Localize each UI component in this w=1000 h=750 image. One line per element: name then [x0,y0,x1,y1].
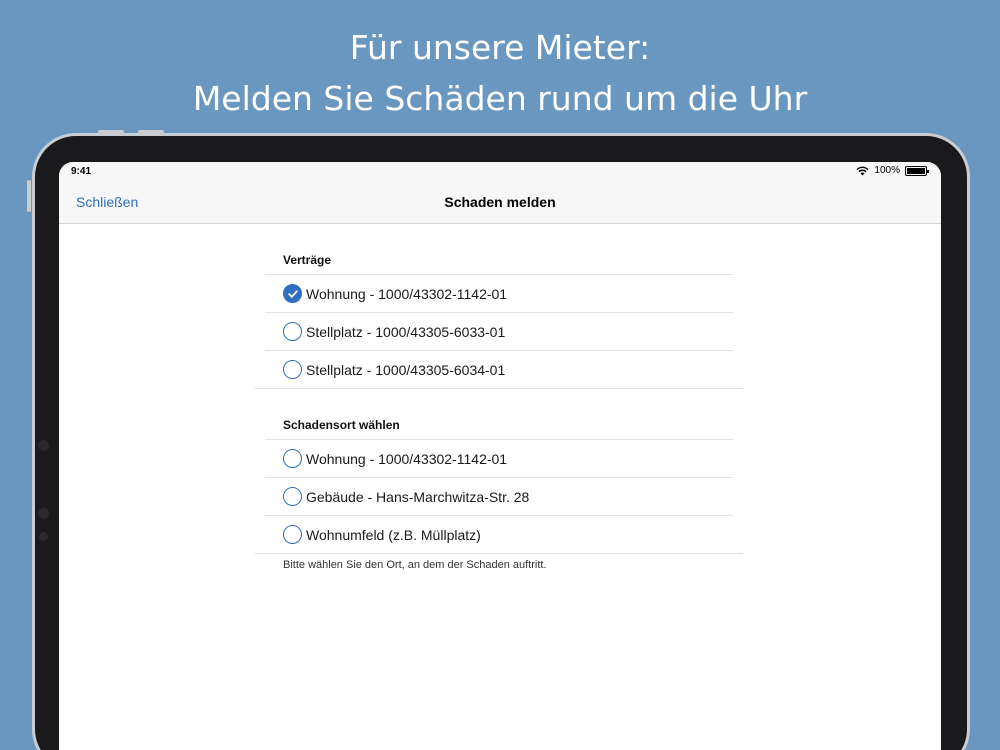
promo-headline-line2: Melden Sie Schäden rund um die Uhr [192,79,808,118]
status-bar: 9:41 100% [59,162,941,182]
radio-icon[interactable] [283,525,302,544]
option-row[interactable]: Wohnumfeld (z.B. Müllplatz) [265,515,733,553]
option-row[interactable]: Wohnung - 1000/43302-1142-01 [265,439,733,477]
option-label: Stellplatz - 1000/43305-6033-01 [306,323,506,340]
radio-icon[interactable] [283,487,302,506]
top-button [98,130,124,134]
status-indicators: 100% [856,165,929,176]
navigation-bar: Schließen Schaden melden [59,182,941,224]
location-header: Schadensort wählen [283,418,400,432]
option-label: Wohnung - 1000/43302-1142-01 [306,285,508,302]
status-time: 9:41 [71,166,92,177]
form-content: Verträge Wohnung - 1000/43302-1142-01 Ste… [255,224,743,571]
page-title: Schaden melden [444,194,556,210]
battery-level [907,167,925,174]
option-row[interactable]: Wohnung - 1000/43302-1142-01 [265,274,733,312]
battery-icon [905,165,929,176]
radio-icon[interactable] [283,449,302,468]
checkmark-icon[interactable] [283,284,302,303]
promo-headline: Für unsere Mieter: Melden Sie Schäden ru… [0,22,1000,124]
option-label: Stellplatz - 1000/43305-6034-01 [306,361,506,378]
location-list: Wohnung - 1000/43302-1142-01 Gebäude - Ha… [255,439,743,553]
location-section: Schadensort wählen Wohnung - 1000/43302-… [255,389,743,571]
contracts-list: Wohnung - 1000/43302-1142-01 Stellplatz -… [255,274,743,388]
option-row[interactable]: Gebäude - Hans-Marchwitza-Str. 28 [265,477,733,515]
contracts-section: Verträge Wohnung - 1000/43302-1142-01 Ste… [255,224,743,389]
side-button [27,180,31,212]
option-label: Wohnumfeld (z.B. Müllplatz) [306,526,481,543]
radio-icon[interactable] [283,360,302,379]
camera-dot [38,440,49,451]
camera-dot [38,508,49,519]
radio-icon[interactable] [283,322,302,341]
option-label: Gebäude - Hans-Marchwitza-Str. 28 [306,488,530,505]
wifi-icon [856,166,869,175]
app-screen: 9:41 100% Schließen Schaden melden Vertr… [59,162,941,750]
battery-percent: 100% [874,165,900,176]
option-row[interactable]: Stellplatz - 1000/43305-6033-01 [265,312,733,350]
contracts-header: Verträge [283,253,332,267]
camera-dot [39,532,48,541]
promo-headline-line1: Für unsere Mieter: [349,28,651,67]
option-label: Wohnung - 1000/43302-1142-01 [306,450,508,467]
option-row[interactable]: Stellplatz - 1000/43305-6034-01 [265,350,733,388]
location-hint: Bitte wählen Sie den Ort, an dem der Sch… [283,559,547,571]
top-button [138,130,164,134]
